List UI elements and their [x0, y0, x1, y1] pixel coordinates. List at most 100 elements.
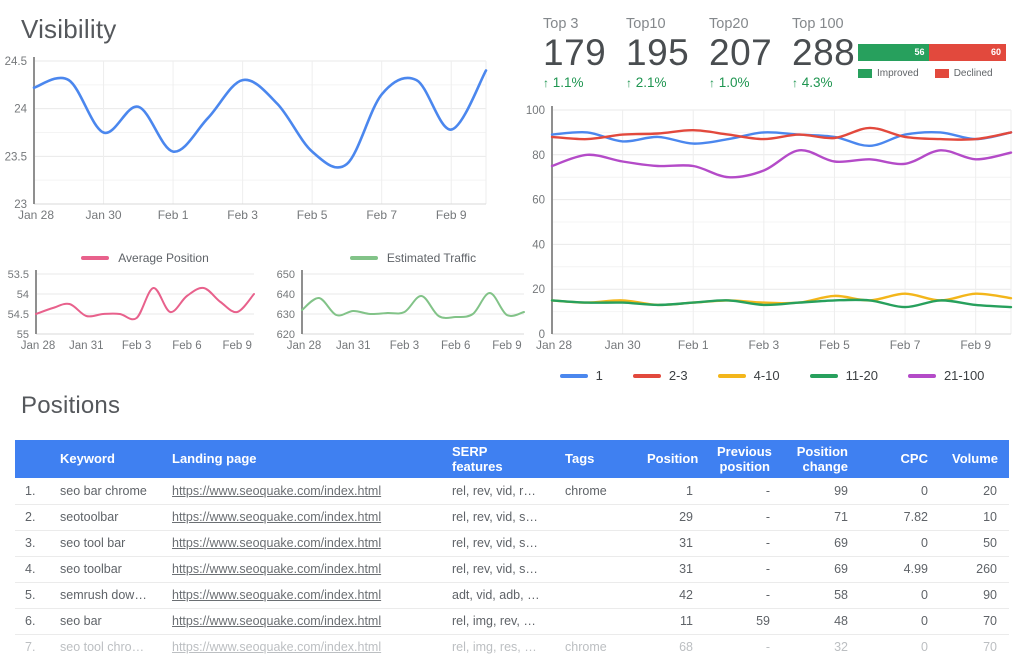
volume-cell: 90: [940, 582, 1009, 608]
previous-position-cell: -: [705, 556, 782, 582]
previous-position-cell: -: [705, 530, 782, 556]
col-keyword[interactable]: Keyword: [48, 440, 160, 478]
col-position[interactable]: Position: [635, 440, 705, 478]
col-position-change[interactable]: Position change: [782, 440, 860, 478]
cpc-cell: 4.99: [860, 556, 940, 582]
legend-label: 11-20: [846, 368, 878, 383]
visibility-chart: 2323.52424.5Jan 28Jan 30Feb 1Feb 3Feb 5F…: [0, 54, 490, 235]
volume-cell: 70: [940, 634, 1009, 660]
landing-page-link[interactable]: https://www.seoquake.com/index.html: [172, 588, 381, 602]
svg-text:Feb 3: Feb 3: [227, 208, 258, 222]
row-index: 3.: [15, 530, 48, 556]
landing-page-link[interactable]: https://www.seoquake.com/index.html: [172, 640, 381, 654]
estimated-traffic-chart: Estimated Traffic 620630640650Jan 28Jan …: [272, 250, 528, 357]
col-previous-position[interactable]: Previous position: [705, 440, 782, 478]
keyword-cell: seo tool chrome: [48, 634, 160, 660]
landing-page-link[interactable]: https://www.seoquake.com/index.html: [172, 562, 381, 576]
improved-legend-item: Improved: [858, 68, 919, 79]
tags-cell: [553, 530, 635, 556]
landing-page-link[interactable]: https://www.seoquake.com/index.html: [172, 484, 381, 498]
row-index: 4.: [15, 556, 48, 582]
svg-text:24.5: 24.5: [5, 56, 27, 68]
up-arrow-icon: ↑: [626, 76, 632, 90]
declined-label: Declined: [954, 68, 993, 79]
col-serp-features[interactable]: SERP features: [440, 440, 553, 478]
volume-cell: 50: [940, 530, 1009, 556]
estimated-traffic-legend: Estimated Traffic: [302, 250, 524, 266]
landing-page-link[interactable]: https://www.seoquake.com/index.html: [172, 536, 381, 550]
previous-position-cell: 59: [705, 608, 782, 634]
volume-cell: 20: [940, 478, 1009, 504]
col-volume[interactable]: Volume: [940, 440, 1009, 478]
legend-item-21-100[interactable]: 21-100: [908, 368, 984, 383]
legend-item-4-10[interactable]: 4-10: [718, 368, 780, 383]
previous-position-cell: -: [705, 634, 782, 660]
position-change-cell: 69: [782, 530, 860, 556]
svg-text:100: 100: [526, 105, 545, 117]
stat-top10: Top10 195 ↑ 2.1%: [626, 16, 709, 90]
landing-page-link[interactable]: https://www.seoquake.com/index.html: [172, 614, 381, 628]
line-swatch-icon: [908, 374, 936, 378]
legend-item-11-20[interactable]: 11-20: [810, 368, 878, 383]
landing-page-cell: https://www.seoquake.com/index.html: [160, 634, 440, 660]
cpc-cell: 0: [860, 634, 940, 660]
declined-legend-item: Declined: [935, 68, 993, 79]
line-swatch-icon: [350, 256, 378, 260]
line-swatch-icon: [633, 374, 661, 378]
landing-page-cell: https://www.seoquake.com/index.html: [160, 478, 440, 504]
row-index: 6.: [15, 608, 48, 634]
up-arrow-icon: ↑: [709, 76, 715, 90]
positions-title: Positions: [21, 392, 120, 420]
svg-text:Feb 7: Feb 7: [366, 208, 397, 222]
seo-dashboard: Visibility 2323.52424.5Jan 28Jan 30Feb 1…: [0, 0, 1024, 660]
est-traffic-svg: 620630640650Jan 28Jan 31Feb 3Feb 6Feb 9: [272, 270, 528, 352]
row-index: 5.: [15, 582, 48, 608]
legend-label: 1: [596, 368, 603, 383]
legend-item-1[interactable]: 1: [560, 368, 603, 383]
rankings-svg: 020406080100Jan 28Jan 30Feb 1Feb 3Feb 5F…: [522, 102, 1014, 356]
stat-delta: 1.1%: [553, 75, 584, 90]
keyword-cell: seotoolbar: [48, 504, 160, 530]
col-tags[interactable]: Tags: [553, 440, 635, 478]
svg-text:Feb 9: Feb 9: [492, 340, 521, 352]
legend-label: 21-100: [944, 368, 984, 383]
svg-text:Feb 6: Feb 6: [441, 340, 470, 352]
col-cpc[interactable]: CPC: [860, 440, 940, 478]
improved-declined-legend: Improved Declined: [858, 68, 1008, 79]
stat-value: 195: [626, 34, 709, 73]
svg-text:Jan 28: Jan 28: [536, 338, 572, 352]
col-index: [15, 440, 48, 478]
position-change-cell: 71: [782, 504, 860, 530]
legend-label: Estimated Traffic: [387, 251, 476, 265]
visibility-title: Visibility: [21, 14, 116, 45]
col-landing-page[interactable]: Landing page: [160, 440, 440, 478]
position-change-cell: 32: [782, 634, 860, 660]
up-arrow-icon: ↑: [792, 76, 798, 90]
position-cell: 42: [635, 582, 705, 608]
tags-cell: [553, 504, 635, 530]
average-position-chart: Average Position 53.55454.555Jan 28Jan 3…: [0, 250, 262, 357]
svg-text:650: 650: [277, 270, 295, 281]
visibility-svg: 2323.52424.5Jan 28Jan 30Feb 1Feb 3Feb 5F…: [0, 54, 490, 230]
line-swatch-icon: [560, 374, 588, 378]
stat-value: 207: [709, 34, 792, 73]
landing-page-cell: https://www.seoquake.com/index.html: [160, 608, 440, 634]
position-cell: 1: [635, 478, 705, 504]
table-row: 6. seo bar https://www.seoquake.com/inde…: [15, 608, 1009, 634]
volume-cell: 260: [940, 556, 1009, 582]
svg-text:Feb 9: Feb 9: [960, 338, 991, 352]
landing-page-link[interactable]: https://www.seoquake.com/index.html: [172, 510, 381, 524]
legend-item-2-3[interactable]: 2-3: [633, 368, 688, 383]
position-change-cell: 99: [782, 478, 860, 504]
legend-label: 2-3: [669, 368, 688, 383]
stat-label: Top 100: [792, 16, 875, 32]
up-arrow-icon: ↑: [543, 76, 549, 90]
declined-bar-segment: 60: [929, 44, 1006, 61]
improved-bar-segment: 56: [858, 44, 929, 61]
volume-cell: 70: [940, 608, 1009, 634]
svg-text:Feb 1: Feb 1: [158, 208, 189, 222]
landing-page-cell: https://www.seoquake.com/index.html: [160, 582, 440, 608]
position-cell: 31: [635, 556, 705, 582]
serp-features-cell: rel, rev, vid, stl, res…: [440, 504, 553, 530]
table-row: 4. seo toolbar https://www.seoquake.com/…: [15, 556, 1009, 582]
